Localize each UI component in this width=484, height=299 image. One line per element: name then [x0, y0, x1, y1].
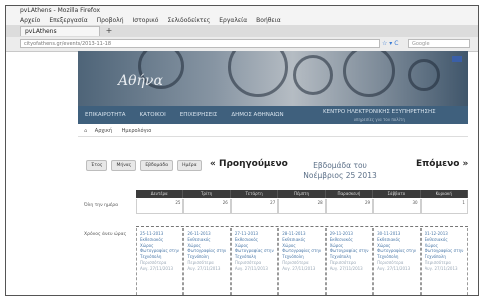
day-header: Δευτέρα — [136, 190, 184, 198]
event-cell: 29-11-2013 Εκθεσιακός Χώρος Φωτογραφίας … — [325, 228, 374, 295]
tab-bar: pvLAthens + — [6, 25, 478, 37]
nav-news[interactable]: ΕΠΙΚΑΙΡΟΤΗΤΑ — [78, 106, 133, 124]
language-flag-icon[interactable] — [452, 56, 462, 62]
day-header: Κυριακή — [421, 190, 468, 198]
nav-businesses[interactable]: ΕΠΙΧΕΙΡΗΣΕΙΣ — [173, 106, 225, 124]
reload-icon[interactable]: ☆ ▾ C — [382, 39, 406, 48]
breadcrumb-calendar[interactable]: Ημερολόγιο — [122, 128, 152, 134]
day-cell[interactable]: 29 — [325, 199, 374, 214]
breadcrumb-home[interactable]: Αρχική — [95, 128, 112, 134]
browser-tab[interactable]: pvLAthens — [20, 26, 100, 36]
main-nav: ΕΠΙΚΑΙΡΟΤΗΤΑ ΚΑΤΟΙΚΟΙ ΕΠΙΧΕΙΡΗΣΕΙΣ ΔΗΜΟΣ… — [78, 106, 468, 124]
view-week-button[interactable]: Εβδομάδα — [140, 160, 174, 171]
event-meta: Αυγ. 27/11/2013 — [140, 265, 174, 271]
event-cell: 28-11-2013 Εκθεσιακός Χώρος Φωτογραφίας … — [278, 228, 326, 295]
menu-edit[interactable]: Επεξεργασία — [49, 16, 87, 25]
day-header: Τρίτη — [183, 190, 231, 198]
event-meta: Αυγ. 27/11/2013 — [187, 265, 221, 271]
allday-label: Όλη την ημέρα — [84, 203, 119, 208]
day-header: Τετάρτη — [231, 190, 279, 198]
time-label: Χρόνος άνευ ώρας — [84, 232, 127, 237]
day-header: Παρασκευή — [326, 190, 374, 198]
week-title: Εβδομάδα του Νοέμβριος 25 2013 — [298, 161, 382, 181]
nav-residents[interactable]: ΚΑΤΟΙΚΟΙ — [133, 106, 173, 124]
nav-municipality[interactable]: ΔΗΜΟΣ ΑΘΗΝΑΙΩΝ — [224, 106, 290, 124]
nav-eservices-label: ΚΕΝΤΡΟ ΗΛΕΚΤΡΟΝΙΚΗΣ ΕΞΥΠΗΡΕΤΗΣΗΣ — [323, 109, 436, 115]
timed-divider — [136, 226, 468, 227]
event-meta: Αυγ. 27/11/2013 — [329, 265, 363, 271]
day-cell[interactable]: 26 — [183, 199, 231, 214]
day-number[interactable]: 28 — [318, 200, 323, 205]
menu-bar: Αρχείο Επεξεργασία Προβολή Ιστορικό Σελι… — [6, 16, 478, 25]
search-input[interactable]: Google — [408, 39, 470, 48]
menu-bookmarks[interactable]: Σελιδοδείκτες — [167, 16, 210, 25]
breadcrumb: ⌂ Αρχική Ημερολόγιο — [78, 126, 468, 137]
browser-window: pvLAthens - Mozilla Firefox Αρχείο Επεξε… — [5, 5, 479, 296]
site-banner: Αθήνα — [78, 51, 468, 106]
event-cell: 30-11-2013 Εκθεσιακός Χώρος Φωτογραφίας … — [373, 228, 421, 295]
address-bar[interactable]: cityofathens.gr/events/2013-11-18 — [20, 39, 380, 48]
day-cell[interactable]: 30 — [373, 199, 421, 214]
menu-history[interactable]: Ιστορικό — [133, 16, 159, 25]
timed-row: Χρόνος άνευ ώρας 25-11-2013 Εκθεσιακός Χ… — [84, 228, 468, 295]
event-meta: Αυγ. 27/11/2013 — [377, 265, 411, 271]
week-calendar: Δευτέρα Τρίτη Τετάρτη Πέμπτη Παρασκευή Σ… — [84, 190, 468, 295]
day-number[interactable]: 29 — [365, 200, 370, 205]
day-cell[interactable]: 28 — [278, 199, 326, 214]
previous-link[interactable]: « Προηγούμενο — [210, 159, 288, 169]
day-cell[interactable]: 27 — [230, 199, 279, 214]
day-number[interactable]: 30 — [412, 200, 417, 205]
navigation-toolbar: cityofathens.gr/events/2013-11-18 ☆ ▾ C … — [6, 37, 478, 52]
day-number[interactable]: 1 — [462, 200, 465, 205]
day-header: Πέμπτη — [278, 190, 326, 198]
week-title-line2: Νοέμβριος 25 2013 — [303, 171, 377, 180]
event-meta: Αυγ. 27/11/2013 — [424, 265, 458, 271]
event-cell: 26-11-2013 Εκθεσιακός Χώρος Φωτογραφίας … — [183, 228, 231, 295]
day-number[interactable]: 25 — [175, 200, 180, 205]
calendar-header: Δευτέρα Τρίτη Τετάρτη Πέμπτη Παρασκευή Σ… — [136, 190, 468, 198]
window-title: pvLAthens - Mozilla Firefox — [6, 6, 478, 16]
event-meta: Αυγ. 27/11/2013 — [234, 265, 268, 271]
nav-eservices[interactable]: ΚΕΝΤΡΟ ΗΛΕΚΤΡΟΝΙΚΗΣ ΕΞΥΠΗΡΕΤΗΣΗΣ υπηρεσί… — [291, 106, 468, 124]
next-link[interactable]: Επόμενο » — [416, 159, 468, 169]
new-tab-button[interactable]: + — [104, 26, 114, 36]
menu-help[interactable]: Βοήθεια — [256, 16, 281, 25]
menu-tools[interactable]: Εργαλεία — [219, 16, 247, 25]
home-icon[interactable]: ⌂ — [84, 128, 87, 134]
day-cell[interactable]: 25 — [136, 199, 184, 214]
event-cell: 25-11-2013 Εκθεσιακός Χώρος Φωτογραφίας … — [136, 228, 184, 295]
menu-file[interactable]: Αρχείο — [20, 16, 40, 25]
week-title-line1: Εβδομάδα του — [313, 161, 367, 170]
nav-eservices-sub: υπηρεσίες για τον πολίτη — [353, 117, 405, 122]
allday-row: Όλη την ημέρα 25 26 27 28 29 30 1 — [84, 199, 468, 214]
view-day-button[interactable]: Ημέρα — [177, 160, 202, 171]
day-number[interactable]: 26 — [223, 200, 228, 205]
day-header: Σάββατο — [373, 190, 421, 198]
view-year-button[interactable]: Έτος — [86, 160, 108, 171]
event-cell: 01-12-2013 Εκθεσιακός Χώρος Φωτογραφίας … — [420, 228, 468, 295]
view-switcher: Έτος Μήνας Εβδομάδα Ημέρα — [86, 160, 202, 171]
menu-view[interactable]: Προβολή — [97, 16, 124, 25]
day-cell[interactable]: 1 — [420, 199, 468, 214]
event-cell: 27-11-2013 Εκθεσιακός Χώρος Φωτογραφίας … — [230, 228, 279, 295]
event-meta: Αυγ. 27/11/2013 — [282, 265, 316, 271]
day-number[interactable]: 27 — [270, 200, 275, 205]
view-month-button[interactable]: Μήνας — [111, 160, 137, 171]
banner-logo: Αθήνα — [118, 73, 163, 89]
